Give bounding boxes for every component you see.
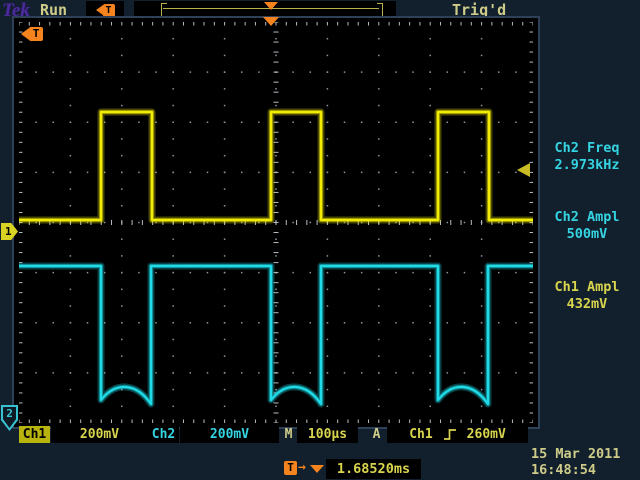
datetime-readout: 15 Mar 2011 16:48:54 bbox=[531, 446, 639, 478]
trigger-level: 260mV bbox=[467, 426, 506, 443]
delay-time-readout: 1.68520ms bbox=[326, 459, 421, 479]
measurement-ch2-ampl: Ch2 Ampl 500mV bbox=[534, 209, 640, 243]
measurement-label: Ch1 Ampl bbox=[534, 279, 640, 296]
ch1-scale-readout: 200mV bbox=[51, 426, 148, 443]
time-text: 16:48:54 bbox=[531, 462, 639, 478]
record-view-right-bracket bbox=[377, 3, 383, 17]
measurement-value: 500mV bbox=[534, 226, 640, 243]
measurement-ch1-ampl: Ch1 Ampl 432mV bbox=[534, 279, 640, 313]
record-view-left-bracket bbox=[161, 3, 167, 17]
delay-arrow-icon: → bbox=[298, 460, 306, 475]
left-triangle-icon bbox=[96, 5, 103, 15]
ch2-channel-badge: Ch2 bbox=[148, 426, 179, 443]
measurement-label: Ch2 Ampl bbox=[534, 209, 640, 226]
trigger-t-badge: T bbox=[103, 4, 115, 17]
left-triangle-icon bbox=[21, 28, 29, 40]
delay-t-badge: T bbox=[284, 461, 297, 475]
ch1-channel-badge: Ch1 bbox=[19, 426, 50, 443]
date-text: 15 Mar 2011 bbox=[531, 446, 639, 462]
measurement-value: 2.973kHz bbox=[534, 157, 640, 174]
trigger-readout: Ch1 260mV bbox=[387, 426, 528, 443]
delay-marker-icon bbox=[310, 465, 324, 473]
ch2-ground-reference-label: 2 bbox=[3, 407, 16, 428]
timebase-label: M bbox=[281, 426, 296, 443]
trigger-source: Ch1 bbox=[409, 426, 432, 443]
measurement-value: 432mV bbox=[534, 296, 640, 313]
measurement-ch2-freq: Ch2 Freq 2.973kHz bbox=[534, 140, 640, 174]
trigger-time-marker: T bbox=[21, 27, 43, 41]
timebase-readout: 100µs bbox=[297, 426, 358, 443]
trigger-left-arrow-icon: T bbox=[96, 4, 115, 17]
trigger-position-marker-icon bbox=[263, 17, 279, 26]
record-position-marker-icon bbox=[264, 2, 278, 10]
trigger-level-arrow-icon bbox=[517, 163, 530, 177]
measurement-label: Ch2 Freq bbox=[534, 140, 640, 157]
trace-ch1 bbox=[19, 112, 533, 220]
trigger-source-label: A bbox=[369, 426, 384, 443]
rising-edge-icon bbox=[442, 428, 458, 441]
trace-ch1 bbox=[19, 112, 533, 220]
waveform-display bbox=[19, 22, 533, 423]
trace-ch1 bbox=[19, 112, 533, 220]
trigger-t-badge: T bbox=[29, 27, 43, 41]
ch2-scale-readout: 200mV bbox=[180, 426, 279, 443]
